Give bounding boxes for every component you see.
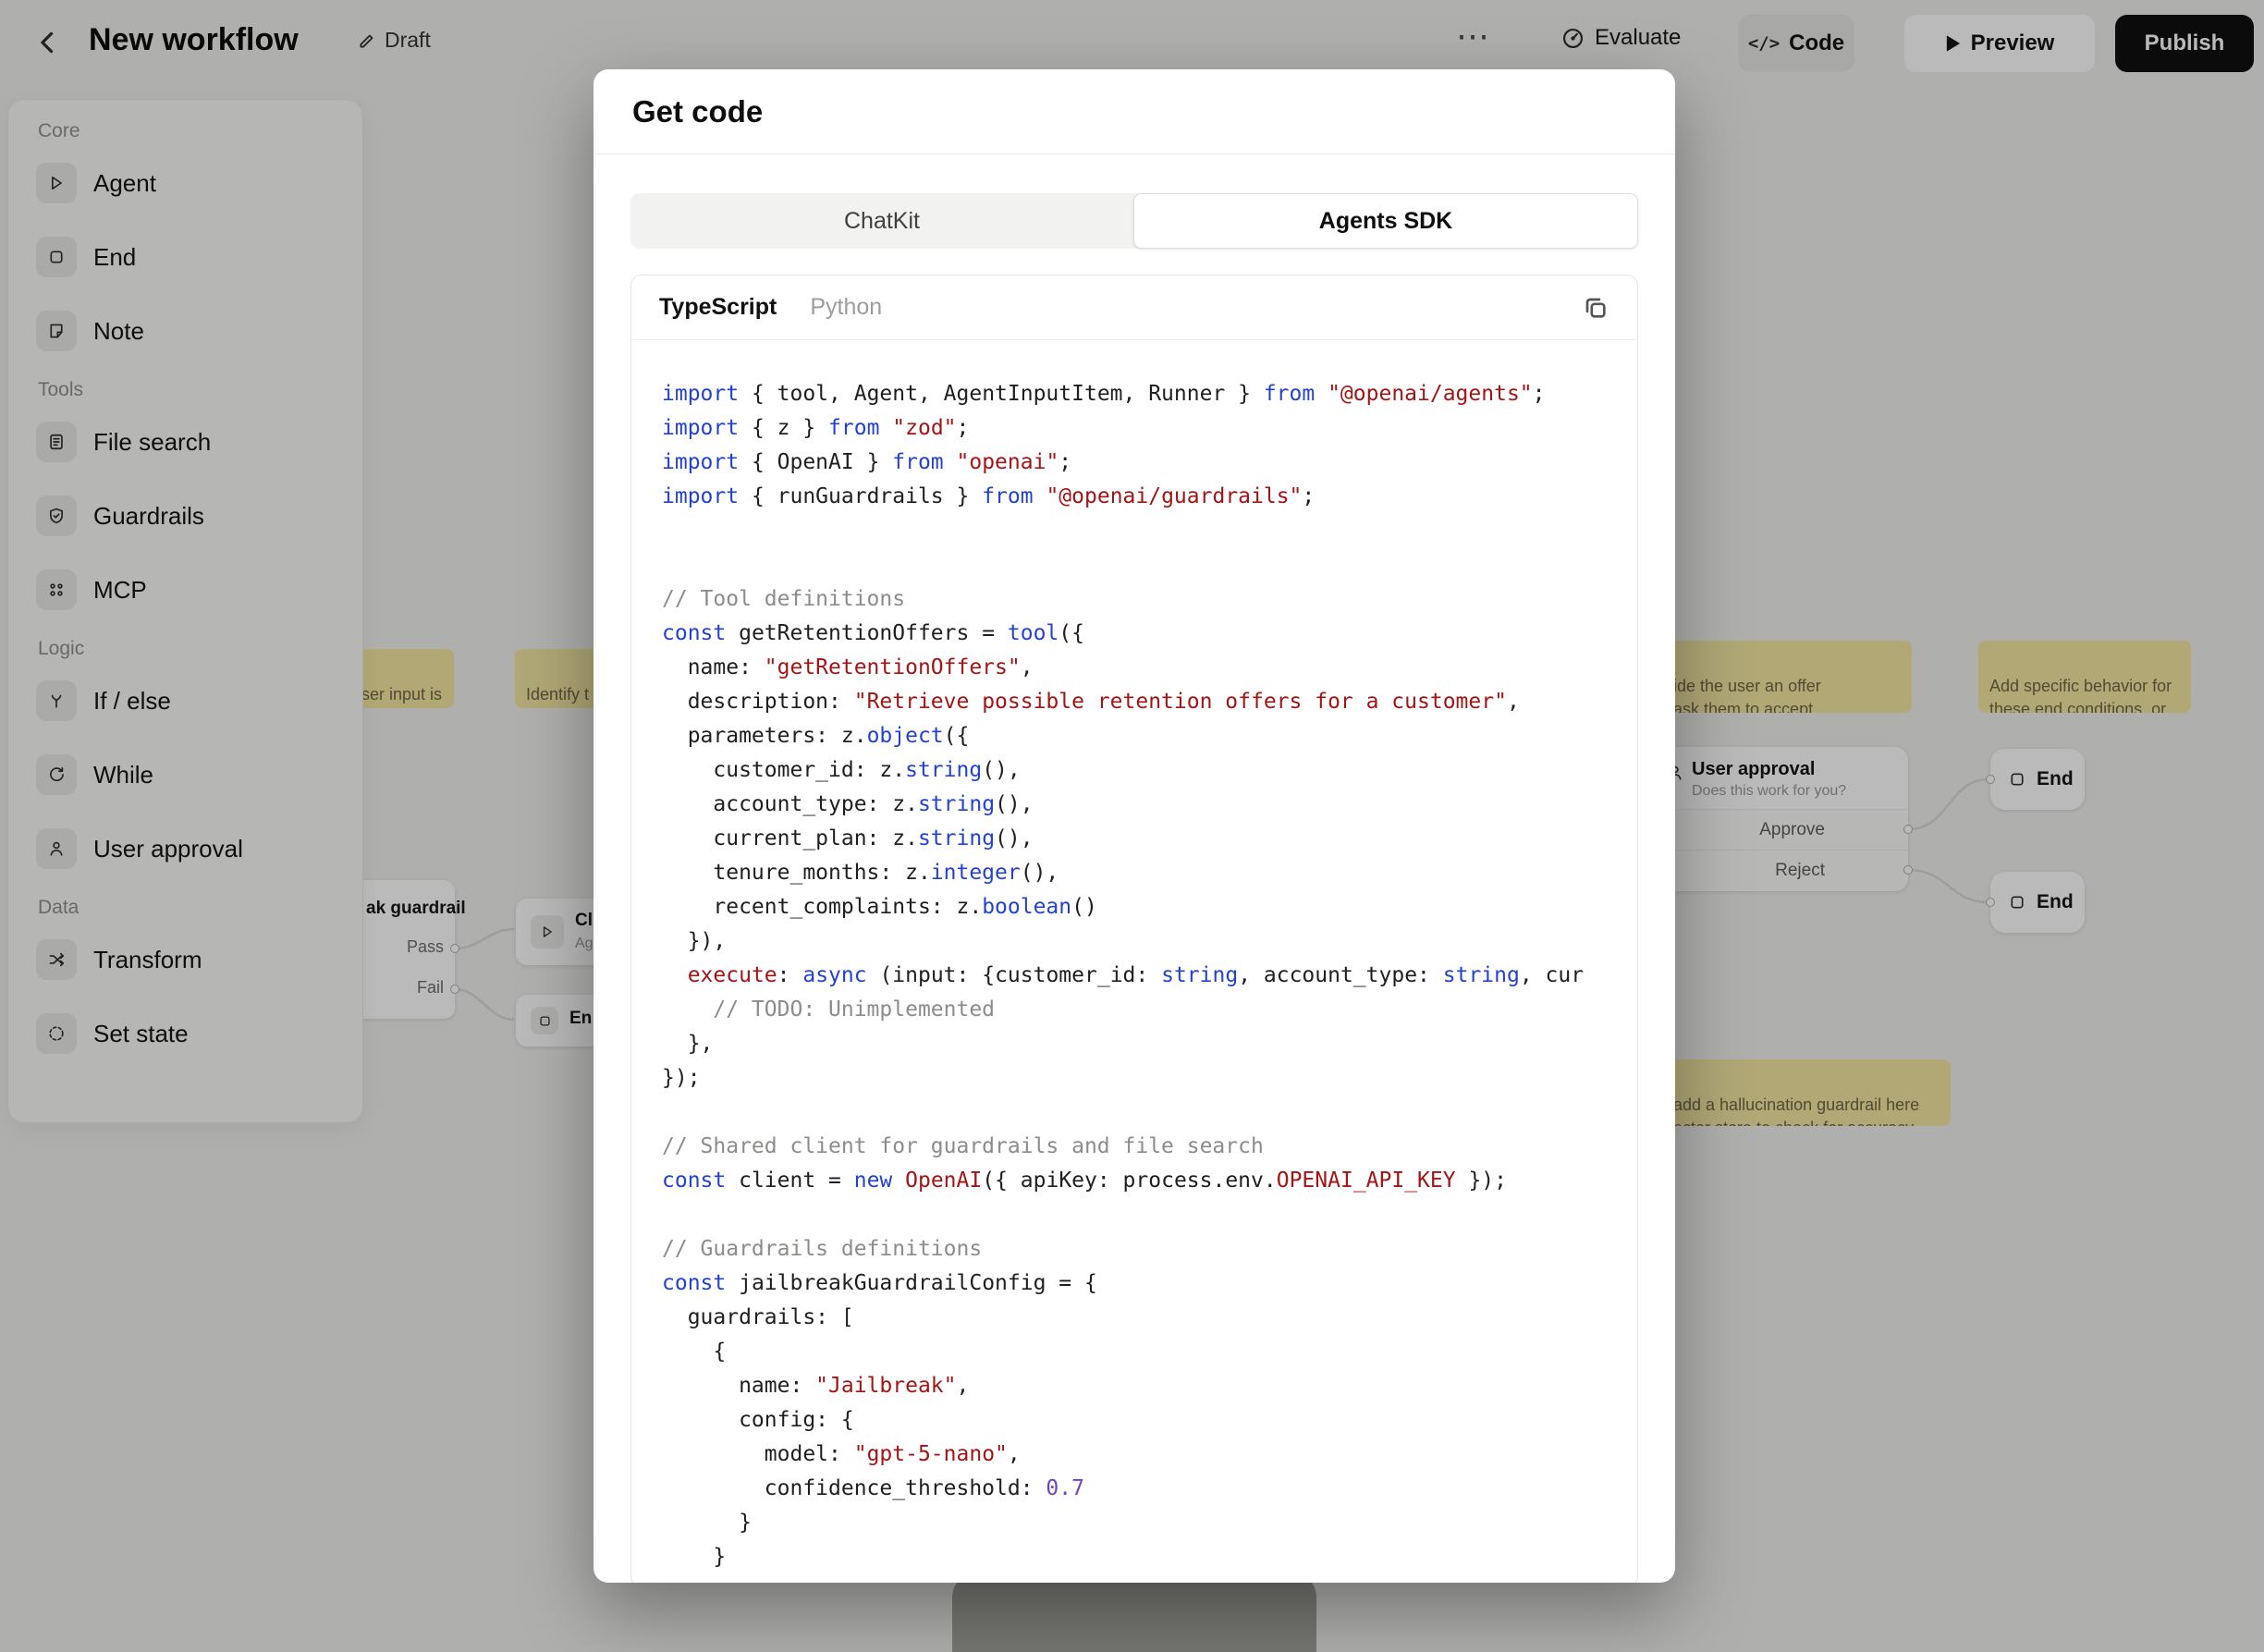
- code-line: },: [662, 1027, 1637, 1061]
- language-typescript[interactable]: TypeScript: [659, 294, 777, 321]
- tab-agents-sdk[interactable]: Agents SDK: [1133, 193, 1638, 249]
- code-line: {: [662, 1335, 1637, 1369]
- code-line: // Shared client for guardrails and file…: [662, 1130, 1637, 1164]
- language-switcher: TypeScript Python: [659, 294, 915, 321]
- code-line: tenure_months: z.integer(),: [662, 856, 1637, 890]
- code-line: config: {: [662, 1403, 1637, 1438]
- code-line: confidence_threshold: 0.7: [662, 1472, 1637, 1506]
- code-line: name: "getRetentionOffers",: [662, 651, 1637, 685]
- code-line: customer_id: z.string(),: [662, 753, 1637, 788]
- code-line: parameters: z.object({: [662, 719, 1637, 753]
- code-line: model: "gpt-5-nano",: [662, 1438, 1637, 1472]
- copy-icon: [1582, 294, 1609, 322]
- code-line: }: [662, 1540, 1637, 1574]
- code-line: name: "Jailbreak",: [662, 1369, 1637, 1403]
- code-line: });: [662, 1061, 1637, 1095]
- code-line: account_type: z.string(),: [662, 788, 1637, 822]
- modal-body: ChatKitAgents SDK TypeScript Python impor…: [594, 154, 1675, 1583]
- code-line: import { runGuardrails } from "@openai/g…: [662, 480, 1637, 514]
- code-line: import { tool, Agent, AgentInputItem, Ru…: [662, 377, 1637, 411]
- code-line: execute: async (input: {customer_id: str…: [662, 959, 1637, 993]
- code-line: const getRetentionOffers = tool({: [662, 617, 1637, 651]
- code-line: [662, 548, 1637, 582]
- code-card: TypeScript Python import { tool, Agent, A…: [630, 275, 1638, 1583]
- code-content: import { tool, Agent, AgentInputItem, Ru…: [631, 340, 1637, 1574]
- code-line: [662, 514, 1637, 548]
- modal-header: Get code: [594, 69, 1675, 154]
- copy-code-button[interactable]: [1582, 294, 1609, 322]
- code-line: }),: [662, 924, 1637, 959]
- code-line: const jailbreakGuardrailConfig = {: [662, 1267, 1637, 1301]
- code-line: }: [662, 1506, 1637, 1540]
- code-line: guardrails: [: [662, 1301, 1637, 1335]
- code-line: const client = new OpenAI({ apiKey: proc…: [662, 1164, 1637, 1198]
- code-line: // TODO: Unimplemented: [662, 993, 1637, 1027]
- code-line: recent_complaints: z.boolean(): [662, 890, 1637, 924]
- modal-tabs: ChatKitAgents SDK: [630, 193, 1638, 249]
- tab-chatkit[interactable]: ChatKit: [630, 193, 1133, 249]
- code-line: [662, 1095, 1637, 1130]
- modal-title: Get code: [632, 94, 763, 129]
- code-line: import { z } from "zod";: [662, 411, 1637, 446]
- get-code-modal: Get code ChatKitAgents SDK TypeScript Pyt…: [594, 69, 1675, 1583]
- code-line: // Tool definitions: [662, 582, 1637, 617]
- language-python[interactable]: Python: [810, 294, 882, 321]
- code-line: current_plan: z.string(),: [662, 822, 1637, 856]
- code-card-header: TypeScript Python: [631, 275, 1637, 340]
- code-line: [662, 1198, 1637, 1232]
- code-line: description: "Retrieve possible retentio…: [662, 685, 1637, 719]
- code-line: // Guardrails definitions: [662, 1232, 1637, 1267]
- code-line: import { OpenAI } from "openai";: [662, 446, 1637, 480]
